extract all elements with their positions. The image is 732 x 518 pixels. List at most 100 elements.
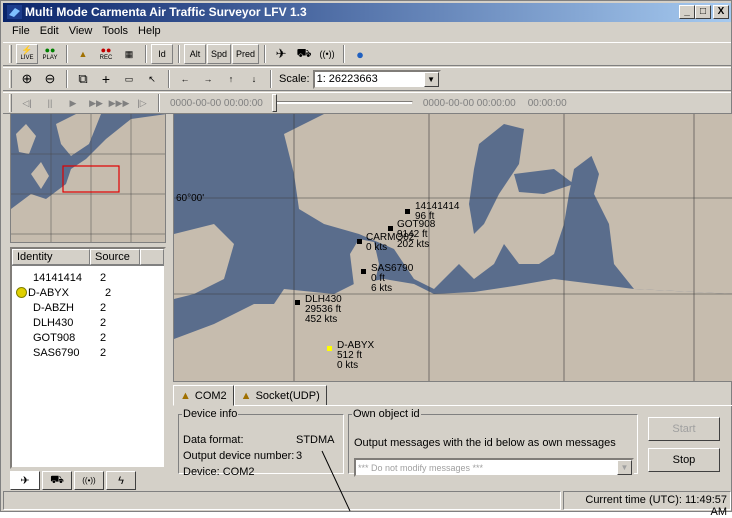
pan-down-button[interactable]: ↓ [243,69,265,89]
alt-toggle[interactable]: Alt [184,44,206,64]
start-button[interactable]: Start [648,417,720,441]
id-toggle[interactable]: Id [151,44,173,64]
track-marker[interactable] [388,226,393,231]
pan-left-button[interactable]: ← [174,69,196,89]
ruler-icon: ▭ [124,73,134,84]
overview-map[interactable] [10,113,166,243]
tab-events[interactable]: ϟ [106,471,136,490]
list-item[interactable]: 14141414 2 [12,270,164,285]
dropdown-arrow-icon[interactable]: ▼ [617,460,632,475]
window-title: Multi Mode Carmenta Air Traffic Surveyor… [25,5,307,19]
aircraft-icon: ✈ [275,46,287,61]
pan-button[interactable]: + [95,69,117,89]
step-forward-icon: |▷ [137,97,147,108]
column-filler [140,249,164,265]
list-item[interactable]: D-ABYX 2 [12,285,164,300]
scale-select[interactable]: 1: 26223663 ▼ [312,69,441,89]
play-forward-button[interactable]: ▶ [62,93,84,113]
scale-label: Scale: [279,73,310,85]
toolbar-main: ⚡ LIVE ●● PLAY ▲ ●● REC ▦ Id Alt Spd Pred ✈… [3,42,731,66]
arrow-right-icon: → [203,74,213,84]
menu-file[interactable]: File [7,23,35,41]
aircraft-icon: ✈ [20,475,30,487]
tab-aircraft[interactable]: ✈ [10,471,40,490]
pointer-icon: ↖ [148,73,156,84]
zoom-box-icon: ⧉ [78,71,88,86]
main-map[interactable]: 60°00' 14141414 96 ft GOT908 9142 ft 202 kt… [173,113,732,382]
tab-vehicles[interactable]: ⛟ [42,471,72,490]
toolbar-separator [270,70,272,88]
track-list: Identity Source 14141414 2 D-ABYX 2 D-ABZH… [10,247,166,469]
own-object-legend: Own object id [353,408,420,420]
rec-button[interactable]: ●● REC [95,44,117,64]
tab-beacons[interactable]: ((•)) [74,471,104,490]
toolbar-separator [178,45,180,63]
dropdown-arrow-icon[interactable]: ▼ [423,71,439,87]
pan-right-button[interactable]: → [197,69,219,89]
column-source[interactable]: Source [90,249,140,265]
object-type-tabs: ✈ ⛟ ((•)) ϟ [10,471,166,491]
toolbar-grip [9,94,12,112]
track-marker[interactable] [405,209,410,214]
pan-up-button[interactable]: ↑ [220,69,242,89]
output-device-label: Output device number: [183,450,295,462]
globe-button[interactable]: ● [349,44,371,64]
own-object-select[interactable]: *** Do not modify messages *** ▼ [354,458,634,477]
minimize-button[interactable]: _ [679,5,695,19]
track-marker[interactable] [295,300,300,305]
aircraft-filter-button[interactable]: ✈ [270,44,292,64]
vehicle-filter-button[interactable]: ⛟ [293,44,315,64]
map-graphic [174,114,732,381]
zoom-out-button[interactable]: ⊖ [39,69,61,89]
toolbar-navigation: ⊕ ⊖ ⧉ + ▭ ↖ ← → ↑ ↓ Scale: 1: 26223663 ▼ [3,67,731,91]
menu-help[interactable]: Help [133,23,166,41]
faster-forward-button[interactable]: ▶▶▶ [108,93,130,113]
step-back-button[interactable]: ◁| [16,93,38,113]
own-track-marker[interactable] [327,346,332,351]
table-icon: ▦ [124,48,134,59]
list-item[interactable]: SAS6790 2 [12,345,164,360]
close-button[interactable]: X [713,5,729,19]
menu-view[interactable]: View [64,23,98,41]
elapsed-time: 00:00:00 [527,97,567,109]
list-item[interactable]: D-ABZH 2 [12,300,164,315]
zoom-box-button[interactable]: ⧉ [72,69,94,89]
mouse-cursor-line [321,450,351,512]
zoom-in-button[interactable]: ⊕ [16,69,38,89]
step-forward-button[interactable]: |▷ [131,93,153,113]
list-item[interactable]: DLH430 2 [12,315,164,330]
slider-thumb[interactable] [271,94,277,112]
connection-icon: ▲ [240,389,252,402]
measure-button[interactable]: ▭ [118,69,140,89]
stop-button[interactable]: Stop [648,448,720,472]
toolbar-separator [66,45,68,63]
track-marker[interactable] [361,269,366,274]
select-button[interactable]: ↖ [141,69,163,89]
column-identity[interactable]: Identity [12,249,90,265]
track-marker[interactable] [357,239,362,244]
pred-toggle[interactable]: Pred [232,44,260,64]
crosshair-icon: + [101,71,111,87]
current-time: Current time (UTC): 11:49:57 AM [563,491,731,518]
toolbar-separator [145,45,147,63]
live-button[interactable]: ⚡ LIVE [16,44,38,64]
zoom-out-icon: ⊖ [44,71,56,86]
menu-edit[interactable]: Edit [35,23,64,41]
menu-tools[interactable]: Tools [97,23,133,41]
rec-icon: ●● [100,45,112,55]
load-button[interactable]: ▲ [72,44,94,64]
list-item[interactable]: GOT908 2 [12,330,164,345]
scale-value: 1: 26223663 [316,73,378,85]
fast-forward-button[interactable]: ▶▶ [85,93,107,113]
spd-toggle[interactable]: Spd [207,44,232,64]
overview-map-graphic [11,114,165,242]
play-icon: ●● [44,45,56,55]
play-button[interactable]: ●● PLAY [39,44,61,64]
maximize-button[interactable]: □ [695,5,711,19]
table-button[interactable]: ▦ [118,44,140,64]
time-slider[interactable] [271,94,413,112]
tab-socket-udp[interactable]: ▲ Socket(UDP) [233,385,327,406]
tab-com2[interactable]: ▲ COM2 [173,385,234,406]
beacon-filter-button[interactable]: ((•)) [316,44,338,64]
pause-button[interactable]: || [39,93,61,113]
